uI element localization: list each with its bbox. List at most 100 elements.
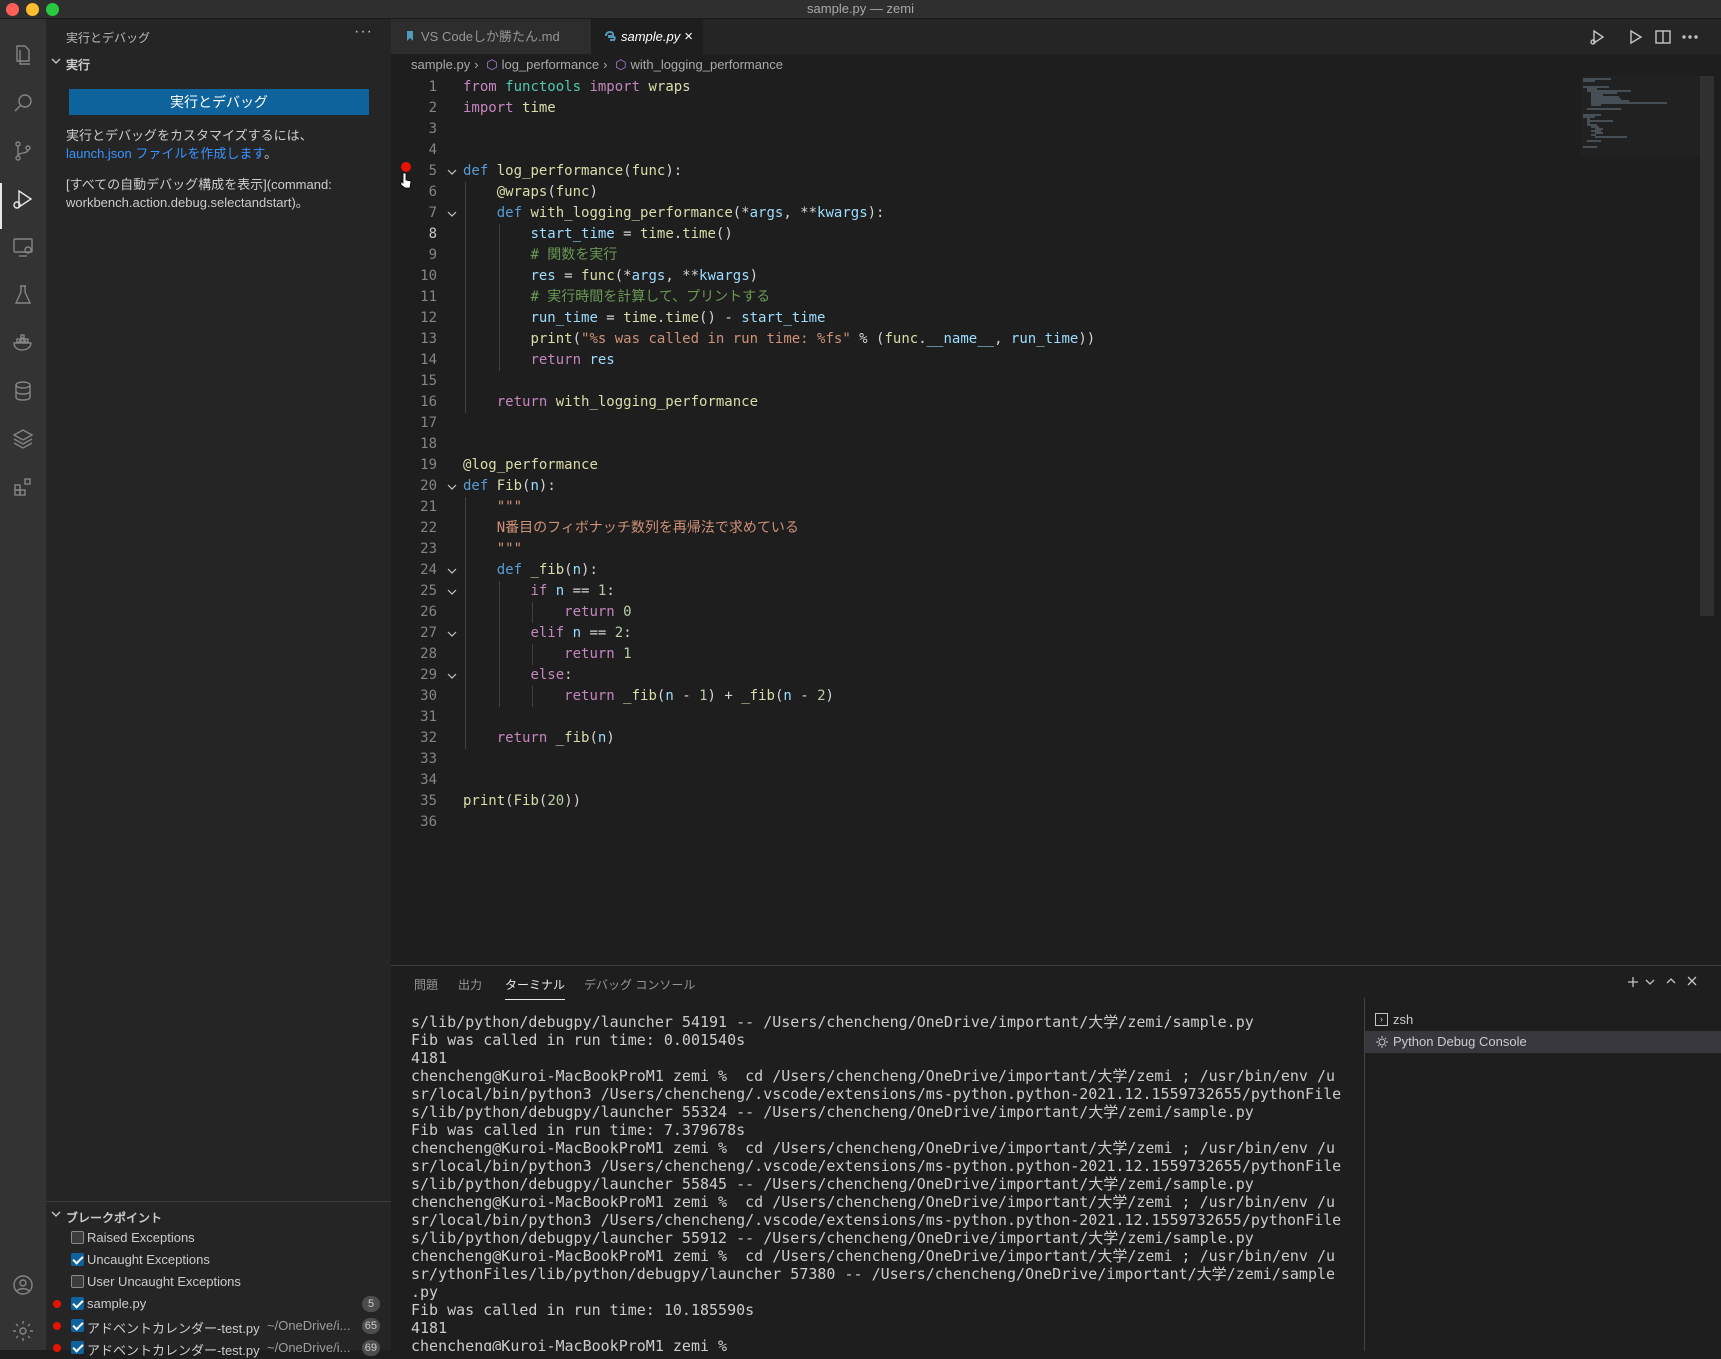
checkbox[interactable] bbox=[71, 1341, 84, 1354]
run-icon[interactable] bbox=[1626, 28, 1644, 46]
source-control-icon[interactable] bbox=[9, 137, 37, 165]
fold-chevron-icon[interactable] bbox=[447, 482, 457, 492]
run-debug-icon[interactable] bbox=[9, 185, 37, 213]
fold-chevron-icon[interactable] bbox=[447, 209, 457, 219]
close-panel-icon[interactable] bbox=[1685, 974, 1699, 988]
create-launch-json-link[interactable]: launch.json ファイルを作成します bbox=[66, 146, 264, 161]
chevron-down-icon[interactable] bbox=[1643, 975, 1657, 989]
run-debug-dropdown-icon[interactable] bbox=[1589, 28, 1607, 46]
line-number: 31 bbox=[420, 709, 437, 725]
fold-chevron-icon[interactable] bbox=[447, 167, 457, 177]
code-line[interactable]: res = func(*args, **kwargs) bbox=[463, 266, 758, 287]
tab-terminal[interactable]: ターミナル bbox=[505, 976, 566, 1000]
breadcrumb-item[interactable]: log_performance bbox=[502, 57, 600, 72]
active-indicator bbox=[0, 183, 2, 229]
code-line[interactable]: run_time = time.time() - start_time bbox=[463, 308, 825, 329]
fold-chevron-icon[interactable] bbox=[447, 629, 457, 639]
account-icon[interactable] bbox=[9, 1271, 37, 1299]
code-line[interactable]: import time bbox=[463, 98, 556, 119]
fold-chevron-icon[interactable] bbox=[447, 587, 457, 597]
breadcrumb-item[interactable]: sample.py bbox=[411, 57, 470, 72]
code-line[interactable]: print(Fib(20)) bbox=[463, 791, 581, 812]
new-terminal-icon[interactable] bbox=[1626, 975, 1640, 989]
layers-icon[interactable] bbox=[9, 425, 37, 453]
code-line[interactable]: start_time = time.time() bbox=[463, 224, 732, 245]
run-section-label: 実行 bbox=[66, 58, 91, 72]
run-and-debug-button[interactable]: 実行とデバッグ bbox=[69, 89, 369, 115]
code-line[interactable]: N番目のフィボナッチ数列を再帰法で求めている bbox=[463, 518, 799, 539]
code-line[interactable]: return _fib(n) bbox=[463, 728, 615, 749]
line-number: 34 bbox=[420, 772, 437, 788]
code-editor[interactable]: 1 from functools import wraps 2 import time… bbox=[391, 76, 1579, 956]
line-number: 19 bbox=[420, 457, 437, 473]
search-icon[interactable] bbox=[9, 89, 37, 117]
breakpoint-user-uncaught-exceptions[interactable]: User Uncaught Exceptions bbox=[46, 1271, 391, 1293]
extensions-icon[interactable] bbox=[9, 473, 37, 501]
split-editor-icon[interactable] bbox=[1654, 28, 1672, 46]
breakpoint-sample-py[interactable]: sample.py 5 bbox=[46, 1293, 391, 1315]
code-line[interactable]: """ bbox=[463, 539, 522, 560]
tab-sample-py[interactable]: sample.py × bbox=[591, 19, 703, 54]
breakpoint-advent-test-69[interactable]: アドベントカレンダー-test.py ~/OneDrive/i... 69 bbox=[46, 1337, 391, 1359]
breadcrumb-item[interactable]: with_logging_performance bbox=[630, 57, 782, 72]
tab-problems[interactable]: 問題 bbox=[414, 976, 438, 993]
line-number: 33 bbox=[420, 751, 437, 767]
editor-scrollbar[interactable] bbox=[1700, 76, 1714, 616]
code-line[interactable]: # 関数を実行 bbox=[463, 245, 617, 266]
code-line[interactable]: def log_performance(func): bbox=[463, 161, 682, 182]
fold-chevron-icon[interactable] bbox=[447, 566, 457, 576]
show-all-configurations-text: [すべての自動デバッグ構成を表示](command: workbench.act… bbox=[66, 176, 371, 212]
code-line[interactable]: return 1 bbox=[463, 644, 631, 665]
checkbox[interactable] bbox=[71, 1297, 84, 1310]
checkbox[interactable] bbox=[71, 1319, 84, 1332]
code-line[interactable]: return _fib(n - 1) + _fib(n - 2) bbox=[463, 686, 834, 707]
code-line[interactable]: def Fib(n): bbox=[463, 476, 556, 497]
more-actions-icon[interactable]: ··· bbox=[354, 23, 373, 41]
code-line[interactable]: else: bbox=[463, 665, 572, 686]
database-icon[interactable] bbox=[9, 377, 37, 405]
tab-output[interactable]: 出力 bbox=[458, 976, 482, 993]
breakpoint-uncaught-exceptions[interactable]: Uncaught Exceptions bbox=[46, 1249, 391, 1271]
testing-icon[interactable] bbox=[9, 281, 37, 309]
more-icon[interactable] bbox=[1681, 28, 1699, 46]
code-line[interactable]: print("%s was called in run time: %fs" %… bbox=[463, 329, 1095, 350]
settings-gear-icon[interactable] bbox=[9, 1317, 37, 1345]
code-line[interactable]: return 0 bbox=[463, 602, 631, 623]
line-number: 17 bbox=[420, 415, 437, 431]
code-line[interactable]: @wraps(func) bbox=[463, 182, 598, 203]
code-line[interactable]: @log_performance bbox=[463, 455, 598, 476]
breakpoint-raised-exceptions[interactable]: Raised Exceptions bbox=[46, 1227, 391, 1249]
run-section-header[interactable]: 実行 bbox=[46, 52, 391, 74]
checkbox[interactable] bbox=[71, 1231, 84, 1244]
terminal-label: Python Debug Console bbox=[1393, 1034, 1527, 1049]
code-line[interactable]: """ bbox=[463, 497, 522, 518]
fold-chevron-icon[interactable] bbox=[447, 671, 457, 681]
code-line[interactable]: def _fib(n): bbox=[463, 560, 598, 581]
minimap[interactable] bbox=[1581, 76, 1701, 956]
tab-debug-console[interactable]: デバッグ コンソール bbox=[584, 976, 695, 993]
checkbox[interactable] bbox=[71, 1253, 84, 1266]
line-number: 4 bbox=[428, 142, 437, 158]
close-tab-icon[interactable]: × bbox=[684, 19, 693, 54]
line-number: 3 bbox=[428, 121, 437, 137]
code-line[interactable]: return with_logging_performance bbox=[463, 392, 758, 413]
code-line[interactable]: elif n == 2: bbox=[463, 623, 631, 644]
tab-vscode-md[interactable]: VS Codeしか勝たん.md bbox=[391, 19, 591, 54]
terminal-item-zsh[interactable]: › zsh bbox=[1365, 1009, 1721, 1031]
line-number-badge: 5 bbox=[362, 1296, 380, 1312]
code-line[interactable]: # 実行時間を計算して、プリントする bbox=[463, 287, 770, 308]
code-line[interactable]: return res bbox=[463, 350, 614, 371]
breakpoint-label: User Uncaught Exceptions bbox=[87, 1274, 241, 1289]
code-line[interactable]: def with_logging_performance(*args, **kw… bbox=[463, 203, 885, 224]
docker-icon[interactable] bbox=[9, 329, 37, 357]
checkbox[interactable] bbox=[71, 1275, 84, 1288]
maximize-panel-icon[interactable] bbox=[1664, 974, 1678, 988]
sidebar-title: 実行とデバッグ bbox=[66, 31, 151, 45]
explorer-icon[interactable] bbox=[9, 41, 37, 69]
breakpoints-section-header[interactable]: ブレークポイント bbox=[46, 1205, 391, 1227]
remote-explorer-icon[interactable] bbox=[9, 233, 37, 261]
terminal-item-python-debug-console[interactable]: Python Debug Console bbox=[1365, 1031, 1721, 1053]
code-line[interactable]: from functools import wraps bbox=[463, 77, 691, 98]
code-line[interactable]: if n == 1: bbox=[463, 581, 614, 602]
breakpoint-advent-test-65[interactable]: アドベントカレンダー-test.py ~/OneDrive/i... 65 bbox=[46, 1315, 391, 1337]
